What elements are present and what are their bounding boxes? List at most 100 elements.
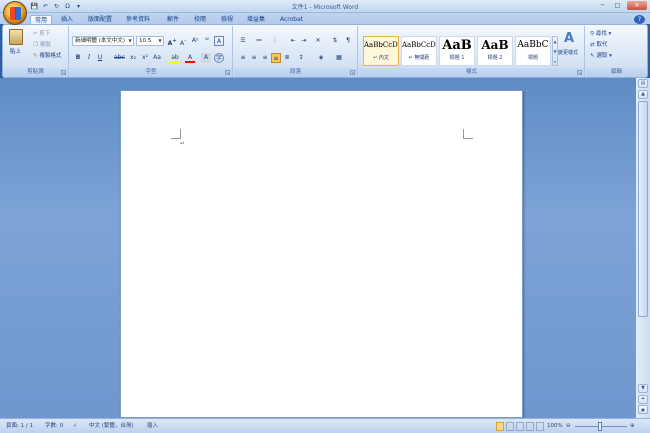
proofing-icon[interactable]: ✓ [73, 421, 78, 431]
style-heading-2[interactable]: AaB 標題 2 [477, 36, 513, 66]
align-right-icon[interactable]: ≡ [260, 53, 270, 63]
editing-group: ⚲ 尋找 ▾ ⇄ 取代 ↖ 選取 ▾ 編輯 [586, 26, 647, 77]
justify-icon[interactable]: ≡ [271, 53, 281, 63]
format-painter-label: 複製格式 [39, 53, 62, 59]
font-name-combo[interactable]: 新細明體 (本文中文) ▼ [72, 36, 134, 46]
browse-object-button[interactable]: ● [638, 405, 648, 414]
draft-view-icon[interactable] [536, 422, 544, 431]
style-normal[interactable]: AaBbCcDc ↵ 內文 [363, 36, 399, 66]
font-launcher-icon[interactable]: ↘ [225, 70, 230, 75]
sort-icon[interactable]: ⇅ [330, 36, 340, 46]
highlight-icon[interactable]: ab [170, 53, 180, 63]
font-size-combo[interactable]: 10.5 ▼ [136, 36, 164, 46]
superscript-icon[interactable]: x² [140, 53, 150, 63]
tab-insert[interactable]: 插入 [57, 15, 77, 24]
strikethrough-icon[interactable]: abc [114, 53, 125, 63]
change-styles-button[interactable]: 變更樣式 [558, 48, 578, 58]
increase-indent-icon[interactable]: ⇥ [299, 36, 309, 46]
cut-button[interactable]: ✂ 剪下 [33, 29, 50, 39]
style-heading-2-name: 標題 2 [487, 55, 503, 61]
borders-icon[interactable]: ▦ [334, 53, 344, 63]
scroll-thumb[interactable] [638, 101, 648, 317]
scroll-up-button[interactable]: ▲ [638, 90, 648, 99]
asian-layout-icon[interactable]: ✕ [313, 36, 323, 46]
minimize-button[interactable]: ─ [596, 1, 609, 10]
char-shading-icon[interactable]: A [201, 53, 211, 63]
ruler-toggle-icon[interactable]: ▤ [638, 79, 648, 88]
char-border-icon[interactable]: A [214, 36, 224, 46]
distributed-icon[interactable]: ≣ [282, 53, 292, 63]
phonetic-guide-icon[interactable]: ᵂ [202, 36, 212, 46]
shrink-font-icon[interactable]: A- [178, 36, 188, 47]
line-spacing-icon[interactable]: ↕ [296, 53, 306, 63]
style-heading-1-name: 標題 1 [449, 55, 465, 61]
insert-mode-status[interactable]: 插入 [147, 421, 158, 431]
zoom-in-icon[interactable]: ⊕ [630, 421, 635, 431]
copy-label: 複製 [39, 42, 51, 48]
status-bar: 頁面: 1 / 1 字數: 0 ✓ 中文 (繁體，台灣) 插入 100% ⊖ ⊕ [0, 418, 650, 433]
bold-icon[interactable]: B [73, 53, 83, 63]
paste-icon[interactable] [9, 29, 23, 45]
vertical-scrollbar[interactable]: ▤ ▲ ▼ ⏶ ● [636, 78, 650, 418]
decrease-indent-icon[interactable]: ⇤ [288, 36, 298, 46]
style-no-spacing-name: ↵ 無間距 [408, 55, 430, 61]
style-heading-1-sample: AaB [442, 38, 472, 53]
subscript-icon[interactable]: x₂ [128, 53, 138, 63]
full-screen-view-icon[interactable] [506, 422, 514, 431]
align-left-icon[interactable]: ≡ [238, 53, 248, 63]
tab-review[interactable]: 校閱 [190, 15, 210, 24]
title-bar: 💾 ↶ ↻ Ω ▾ 文件1 - Microsoft Word ─ □ ✕ [0, 0, 650, 13]
zoom-level[interactable]: 100% [547, 421, 563, 431]
zoom-out-icon[interactable]: ⊖ [566, 421, 571, 431]
font-color-icon[interactable]: A [185, 53, 195, 63]
style-no-spacing[interactable]: AaBbCcDc ↵ 無間距 [401, 36, 437, 66]
clipboard-launcher-icon[interactable]: ↘ [61, 70, 66, 75]
previous-page-button[interactable]: ⏶ [638, 395, 648, 404]
paste-button[interactable]: 貼上 [10, 47, 21, 57]
change-case-icon[interactable]: Aa [152, 53, 162, 63]
grow-font-icon[interactable]: A+ [167, 36, 177, 47]
change-styles-icon[interactable]: A [561, 32, 577, 46]
show-marks-icon[interactable]: ¶ [343, 36, 353, 46]
tab-mailings[interactable]: 郵件 [163, 15, 183, 24]
numbering-icon[interactable]: ≔ [254, 36, 264, 46]
page-count[interactable]: 頁面: 1 / 1 [6, 421, 33, 431]
style-heading-1[interactable]: AaB 標題 1 [439, 36, 475, 66]
format-painter-button[interactable]: ✎ 複製格式 [33, 51, 61, 61]
paragraph-launcher-icon[interactable]: ↘ [350, 70, 355, 75]
shading-icon[interactable]: ◈ [316, 53, 326, 63]
document-page[interactable]: ↵ [120, 90, 523, 418]
style-no-spacing-sample: AaBbCcDc [402, 41, 436, 49]
help-icon[interactable]: ? [634, 15, 645, 24]
scroll-down-button[interactable]: ▼ [638, 384, 648, 393]
tab-references[interactable]: 參考資料 [122, 15, 154, 24]
language-status[interactable]: 中文 (繁體，台灣) [89, 421, 134, 431]
zoom-slider-thumb[interactable] [598, 422, 602, 431]
tab-acrobat[interactable]: Acrobat [276, 15, 307, 24]
align-center-icon[interactable]: ≡ [249, 53, 259, 63]
clear-format-icon[interactable]: Aᵡ [190, 36, 200, 46]
italic-icon[interactable]: I [84, 53, 94, 63]
outline-view-icon[interactable] [526, 422, 534, 431]
print-layout-view-icon[interactable] [496, 422, 504, 431]
style-title-sample: AaBbC [517, 40, 549, 50]
web-layout-view-icon[interactable] [516, 422, 524, 431]
office-button[interactable] [3, 1, 27, 25]
style-title[interactable]: AaBbC 標題 [515, 36, 551, 66]
word-count[interactable]: 字數: 0 [45, 421, 63, 431]
replace-button[interactable]: ⇄ 取代 [590, 40, 607, 50]
maximize-button[interactable]: □ [611, 1, 624, 10]
tab-page-layout[interactable]: 版面配置 [84, 15, 116, 24]
find-button[interactable]: ⚲ 尋找 ▾ [590, 29, 611, 39]
underline-icon[interactable]: U [95, 53, 105, 63]
tab-home[interactable]: 常用 [30, 15, 53, 24]
copy-button[interactable]: ❐ 複製 [33, 40, 51, 50]
close-button[interactable]: ✕ [627, 1, 647, 10]
bullets-icon[interactable]: ☰ [238, 36, 248, 46]
tab-addins[interactable]: 增益集 [243, 15, 269, 24]
select-button[interactable]: ↖ 選取 ▾ [590, 51, 612, 61]
multilevel-list-icon[interactable]: ⋮ [270, 36, 280, 46]
styles-launcher-icon[interactable]: ↘ [577, 70, 582, 75]
enclose-char-icon[interactable]: 字 [214, 53, 224, 63]
tab-view[interactable]: 檢視 [217, 15, 237, 24]
